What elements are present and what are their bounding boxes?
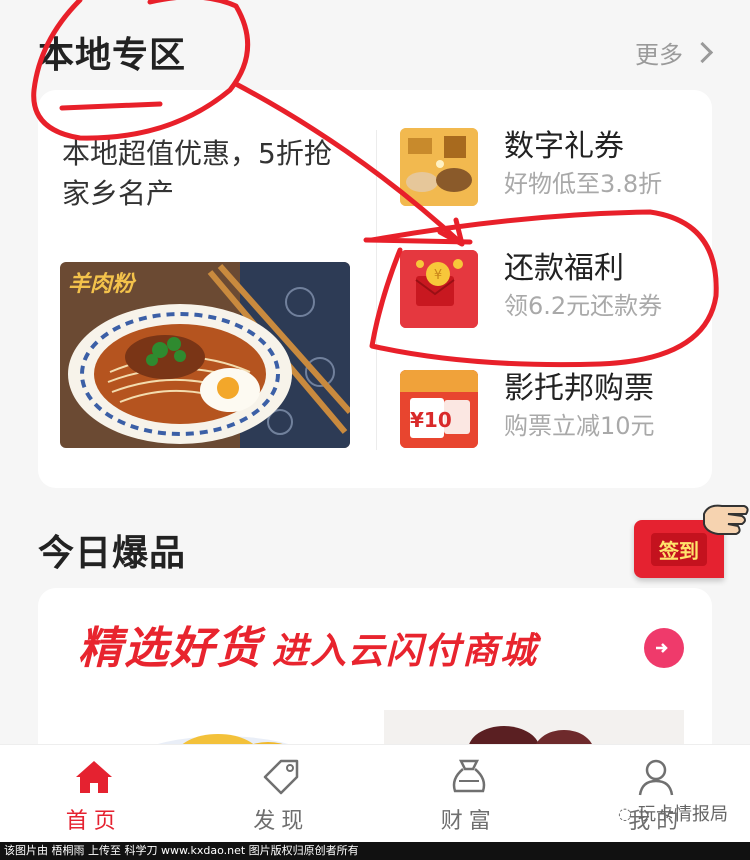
pointer-hand-icon[interactable]: [644, 628, 684, 668]
credit-bar: 该图片由 梧桐雨 上传至 科学刀 www.kxdao.net 图片版权归原创者所…: [0, 842, 750, 860]
hot-section-title: 今日爆品: [38, 533, 187, 574]
tag-icon: [264, 759, 299, 795]
tab-label: 发现: [253, 809, 310, 834]
tab-home[interactable]: 首页: [0, 745, 188, 843]
mall-banner[interactable]: 精选好货 进入云闪付商城: [78, 612, 538, 676]
watermark: ◌ 玩卡情报局: [618, 800, 728, 826]
local-section-title: 本地专区: [38, 35, 187, 76]
offer-digital-voucher[interactable]: 数字礼券 好物低至3.8折: [400, 128, 720, 208]
banner-sub-text: 进入云闪付商城: [272, 631, 539, 672]
wallet-icon: [452, 759, 485, 793]
food-caption: 羊肉粉: [68, 272, 135, 297]
offer-subtitle: 领6.2元还款券: [504, 292, 663, 320]
gift-voucher-icon: [400, 128, 478, 206]
card-divider: [376, 130, 377, 450]
movie-ticket-icon: ¥10: [400, 370, 478, 448]
svg-text:¥: ¥: [434, 268, 442, 283]
offer-repayment-bonus[interactable]: ¥ 还款福利 领6.2元还款券: [400, 250, 720, 330]
offer-movie-tickets[interactable]: ¥10 影托邦购票 购票立减10元: [400, 370, 720, 450]
tab-wealth[interactable]: 财富: [375, 745, 563, 843]
watermark-text: 玩卡情报局: [638, 804, 728, 825]
offer-title: 还款福利: [504, 251, 624, 286]
offer-subtitle: 购票立减10元: [504, 412, 655, 440]
tab-mine[interactable]: 我的: [563, 745, 750, 843]
hot-section-header: 今日爆品: [38, 520, 710, 580]
offer-subtitle: 好物低至3.8折: [504, 170, 663, 198]
food-image[interactable]: 羊肉粉: [60, 262, 350, 448]
offer-title: 数字礼券: [504, 129, 624, 164]
wechat-icon: ◌: [618, 803, 632, 823]
local-section-header: 本地专区 更多: [38, 22, 714, 82]
home-icon: [75, 761, 112, 793]
local-promo-text[interactable]: 本地超值优惠，5折抢家乡名产: [62, 134, 352, 214]
local-card: 本地超值优惠，5折抢家乡名产 羊肉粉 数字礼券 好物低至3.8折 ¥ 还款福利 …: [38, 90, 712, 488]
tab-label: 首页: [65, 809, 122, 834]
ticket-badge: ¥10: [410, 408, 452, 432]
more-link[interactable]: 更多: [635, 35, 714, 70]
more-label: 更多: [635, 40, 683, 69]
user-icon: [639, 759, 674, 796]
bottom-tabbar: 首页 发现 财富 我的: [0, 744, 750, 843]
tab-label: 财富: [440, 809, 497, 834]
tab-discover[interactable]: 发现: [188, 745, 376, 843]
pointing-hand-icon: [698, 490, 750, 546]
offer-title: 影托邦购票: [504, 371, 654, 406]
red-envelope-icon: ¥: [400, 250, 478, 328]
chevron-right-icon: [691, 41, 714, 63]
banner-main-text: 精选好货: [78, 623, 262, 674]
